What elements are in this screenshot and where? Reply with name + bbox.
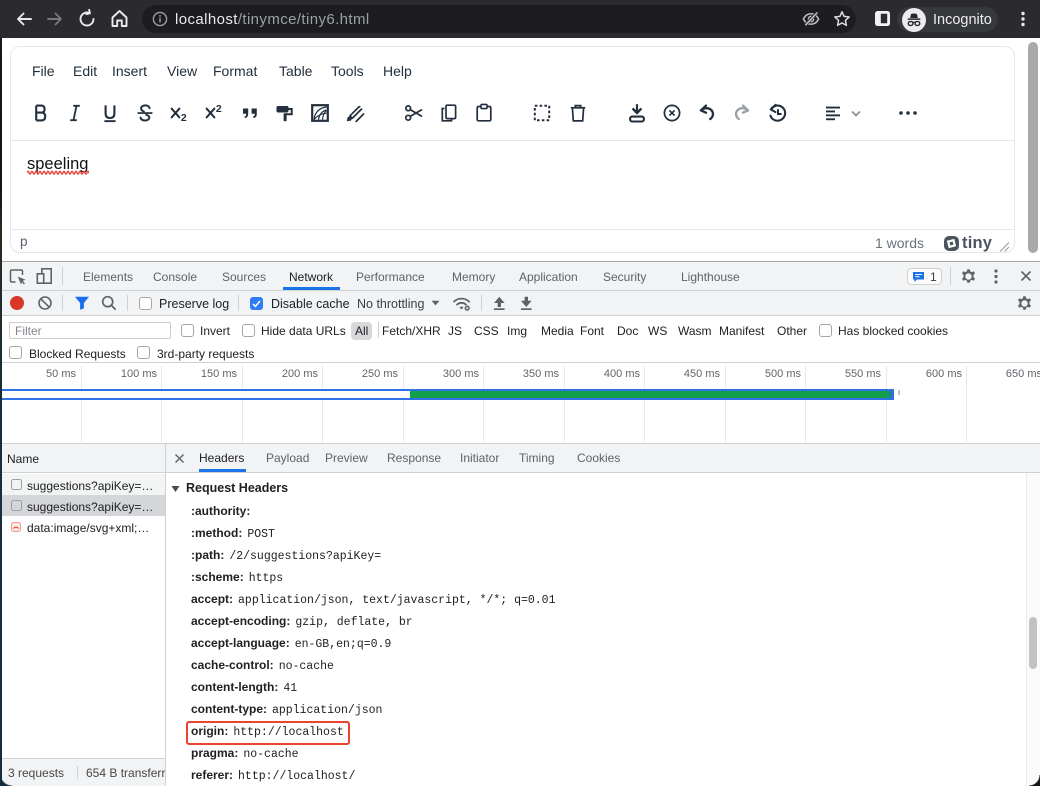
svg-text:2: 2 [181, 112, 187, 124]
svg-text:2: 2 [216, 103, 222, 115]
